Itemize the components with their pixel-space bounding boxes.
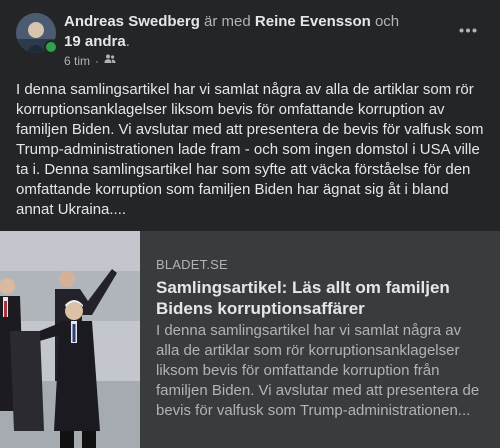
preview-description: I denna samlingsartikel har vi samlat nå… [156, 322, 480, 419]
meta-separator: · [95, 53, 100, 68]
preview-info: BLADET.SE Samlingsartikel: Läs allt om f… [156, 257, 486, 421]
preview-title[interactable]: Samlingsartikel: Läs allt om familjen Bi… [156, 277, 486, 319]
more-options-button[interactable] [458, 20, 478, 40]
tagged-person-link[interactable]: Reine Evensson [255, 13, 371, 30]
more-horizontal-icon [459, 28, 477, 32]
author-name-link[interactable]: Andreas Swedberg [64, 13, 200, 30]
with-text: är med [204, 13, 251, 30]
online-status-indicator [44, 40, 58, 54]
preview-domain: BLADET.SE [156, 257, 228, 272]
link-preview-card[interactable]: BLADET.SE Samlingsartikel: Läs allt om f… [0, 231, 500, 448]
others-link[interactable]: 19 andra [64, 33, 126, 50]
post-meta: 6 tim · [64, 53, 116, 68]
preview-photo-illustration [0, 231, 140, 448]
post-header: Andreas Swedberg är med Reine Evensson o… [0, 0, 500, 70]
author-avatar[interactable] [16, 13, 58, 54]
friends-icon[interactable] [104, 53, 116, 68]
post-body-text: I denna samlingsartikel har vi samlat nå… [16, 81, 484, 218]
preview-photo [0, 231, 140, 448]
feed-post: Andreas Swedberg är med Reine Evensson o… [0, 0, 500, 448]
and-text: och [374, 13, 400, 30]
post-timestamp[interactable]: 6 tim [64, 54, 90, 68]
header-period: . [125, 33, 130, 50]
post-header-line: Andreas Swedberg är med Reine Evensson o… [64, 12, 434, 52]
